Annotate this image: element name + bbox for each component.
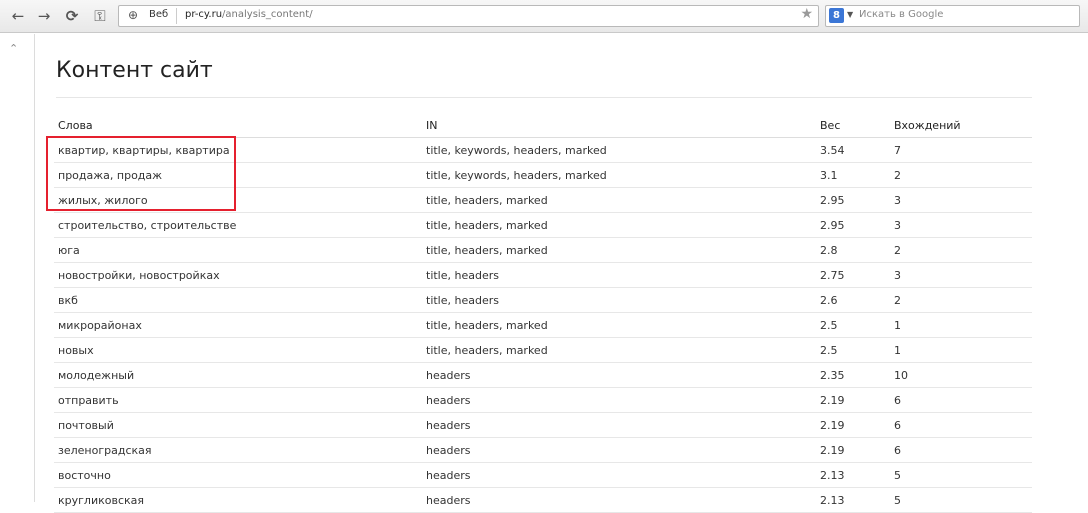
search-box[interactable]: 8 ▼ Искать в Google <box>825 5 1080 27</box>
cell-words: микрорайонах <box>54 312 422 338</box>
cell-weight: 2.5 <box>816 312 890 338</box>
cell-in: headers <box>422 362 816 388</box>
address-host: pr-cy.ru <box>185 9 223 20</box>
cell-words: почтовый <box>54 412 422 438</box>
table-row: зеленоградская headers 2.19 6 <box>54 437 1032 463</box>
cell-count: 6 <box>890 412 1032 438</box>
table-row: новых title, headers, marked 2.5 1 <box>54 337 1032 363</box>
cell-words: молодежный <box>54 362 422 388</box>
cell-weight: 2.13 <box>816 462 890 488</box>
cell-in: title, headers, marked <box>422 337 816 363</box>
cell-words: зеленоградская <box>54 437 422 463</box>
cell-words: отправить <box>54 387 422 413</box>
cell-weight: 2.13 <box>816 487 890 513</box>
cell-count: 7 <box>890 137 1032 163</box>
cell-in: title, headers, marked <box>422 312 816 338</box>
column-header-weight: Вес <box>816 113 890 138</box>
cell-words: восточно <box>54 462 422 488</box>
cell-weight: 2.35 <box>816 362 890 388</box>
table-row: микрорайонах title, headers, marked 2.5 1 <box>54 312 1032 338</box>
cell-in: headers <box>422 462 816 488</box>
cell-count: 6 <box>890 437 1032 463</box>
search-dropdown-icon[interactable]: ▼ <box>847 10 853 19</box>
cell-in: headers <box>422 412 816 438</box>
table-row: новостройки, новостройках title, headers 2… <box>54 262 1032 288</box>
address-bar[interactable]: ⊕ Веб pr-cy.ru/analysis_content/ ★ <box>118 5 819 27</box>
page-title: Контент сайт <box>56 58 213 83</box>
cell-weight: 2.95 <box>816 212 890 238</box>
column-header-words: Слова <box>54 113 422 138</box>
cell-words: строительство, строительстве <box>54 212 422 238</box>
cell-count: 2 <box>890 162 1032 188</box>
cell-weight: 2.19 <box>816 437 890 463</box>
cell-weight: 2.95 <box>816 187 890 213</box>
cell-in: headers <box>422 437 816 463</box>
back-arrow-icon[interactable]: ← <box>8 6 28 26</box>
cell-count: 1 <box>890 337 1032 363</box>
cell-weight: 3.54 <box>816 137 890 163</box>
address-separator <box>176 8 177 24</box>
cell-in: title, headers, marked <box>422 212 816 238</box>
cell-in: title, headers <box>422 287 816 313</box>
cell-words: вкб <box>54 287 422 313</box>
table-row: кругликовская headers 2.13 5 <box>54 487 1032 513</box>
cell-in: title, headers <box>422 262 816 288</box>
cell-count: 3 <box>890 187 1032 213</box>
cell-words: юга <box>54 237 422 263</box>
reload-icon[interactable]: ⟳ <box>62 6 82 26</box>
cell-weight: 2.19 <box>816 387 890 413</box>
table-header-row: Слова IN Вес Вхождений <box>54 113 1032 138</box>
cell-count: 5 <box>890 462 1032 488</box>
cell-in: headers <box>422 387 816 413</box>
cell-weight: 2.5 <box>816 337 890 363</box>
cell-in: title, headers, marked <box>422 237 816 263</box>
cell-count: 10 <box>890 362 1032 388</box>
address-scheme-label: Веб <box>149 9 169 20</box>
cell-in: title, headers, marked <box>422 187 816 213</box>
highlight-box <box>46 136 236 211</box>
column-header-count: Вхождений <box>890 113 1032 138</box>
search-placeholder[interactable]: Искать в Google <box>859 9 943 20</box>
cell-count: 2 <box>890 287 1032 313</box>
cell-weight: 2.19 <box>816 412 890 438</box>
browser-toolbar: ← → ⟳ ⚿ ⊕ Веб pr-cy.ru/analysis_content/… <box>0 0 1088 33</box>
table-row: строительство, строительстве title, heade… <box>54 212 1032 238</box>
cell-words: новостройки, новостройках <box>54 262 422 288</box>
cell-weight: 2.6 <box>816 287 890 313</box>
table-row: почтовый headers 2.19 6 <box>54 412 1032 438</box>
cell-weight: 2.75 <box>816 262 890 288</box>
cell-count: 2 <box>890 237 1032 263</box>
cell-words: кругликовская <box>54 487 422 513</box>
cell-in: headers <box>422 487 816 513</box>
cell-weight: 3.1 <box>816 162 890 188</box>
forward-arrow-icon[interactable]: → <box>34 6 54 26</box>
cell-count: 1 <box>890 312 1032 338</box>
globe-icon: ⊕ <box>128 8 139 22</box>
google-logo-icon[interactable]: 8 <box>829 8 844 23</box>
key-icon[interactable]: ⚿ <box>90 6 110 26</box>
cell-in: title, keywords, headers, marked <box>422 162 816 188</box>
title-divider <box>56 97 1032 98</box>
address-path: /analysis_content/ <box>222 9 313 20</box>
bookmark-star-icon[interactable]: ★ <box>800 6 813 22</box>
table-row: юга title, headers, marked 2.8 2 <box>54 237 1032 263</box>
address-url[interactable]: pr-cy.ru/analysis_content/ <box>185 9 313 20</box>
cell-count: 5 <box>890 487 1032 513</box>
cell-weight: 2.8 <box>816 237 890 263</box>
collapse-chevron-up-icon[interactable]: ⌃ <box>9 42 18 55</box>
cell-count: 6 <box>890 387 1032 413</box>
table-row: вкб title, headers 2.6 2 <box>54 287 1032 313</box>
cell-in: title, keywords, headers, marked <box>422 137 816 163</box>
cell-count: 3 <box>890 212 1032 238</box>
table-row: отправить headers 2.19 6 <box>54 387 1032 413</box>
cell-words: новых <box>54 337 422 363</box>
table-row: молодежный headers 2.35 10 <box>54 362 1032 388</box>
table-row: восточно headers 2.13 5 <box>54 462 1032 488</box>
cell-count: 3 <box>890 262 1032 288</box>
column-header-in: IN <box>422 113 816 138</box>
